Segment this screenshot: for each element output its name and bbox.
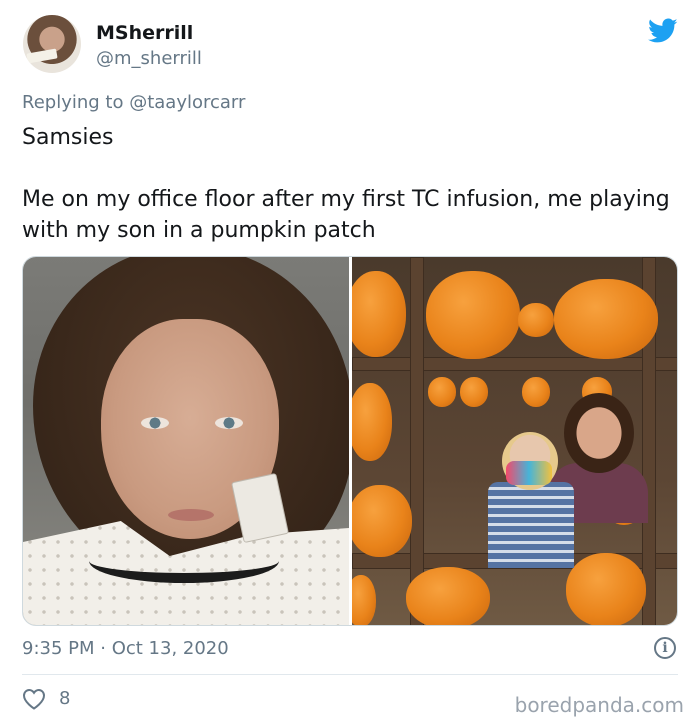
- pumpkin: [518, 303, 554, 337]
- info-icon[interactable]: i: [654, 637, 676, 659]
- pumpkin: [428, 377, 456, 407]
- pumpkin: [352, 485, 412, 557]
- pumpkin: [522, 377, 550, 407]
- pumpkin: [426, 271, 520, 359]
- photo-mother-head: [564, 393, 634, 473]
- photo-pumpkin-patch[interactable]: [352, 257, 677, 625]
- shelf-post: [410, 257, 424, 625]
- pumpkin: [352, 383, 392, 461]
- like-count: 8: [59, 688, 71, 709]
- photo-eye: [215, 417, 243, 429]
- photo-lanyard: [89, 539, 279, 583]
- avatar[interactable]: [23, 15, 81, 73]
- photo-child-shirt: [488, 482, 574, 568]
- reply-target-link[interactable]: @taaylorcarr: [129, 92, 245, 113]
- pumpkin: [460, 377, 488, 407]
- tweet-card: MSherrill @m_sherrill Replying to @taayl…: [0, 0, 700, 728]
- avatar-sign: [26, 48, 58, 64]
- tweet-timestamp[interactable]: 9:35 PM · Oct 13, 2020: [22, 638, 229, 659]
- reply-prefix: Replying to: [22, 92, 124, 113]
- user-handle[interactable]: @m_sherrill: [96, 48, 202, 69]
- photo-child-mask: [506, 461, 552, 485]
- twitter-bird-icon[interactable]: [648, 18, 678, 44]
- pumpkin: [554, 279, 658, 359]
- pumpkin: [352, 575, 376, 625]
- heart-icon[interactable]: [22, 688, 46, 710]
- media-grid: [22, 256, 678, 626]
- pumpkin: [352, 271, 406, 357]
- reply-context: Replying to @taaylorcarr: [22, 92, 245, 113]
- photo-mouth: [168, 509, 214, 521]
- watermark-text: boredpanda.com: [514, 693, 684, 717]
- photo-office-floor[interactable]: [23, 257, 349, 625]
- pumpkin: [406, 567, 490, 625]
- pumpkin: [566, 553, 646, 625]
- shelf-plank: [352, 357, 677, 371]
- photo-eye: [141, 417, 169, 429]
- display-name[interactable]: MSherrill: [96, 22, 193, 44]
- tweet-text: Samsies Me on my office floor after my f…: [22, 125, 670, 243]
- footer-divider: [22, 674, 678, 675]
